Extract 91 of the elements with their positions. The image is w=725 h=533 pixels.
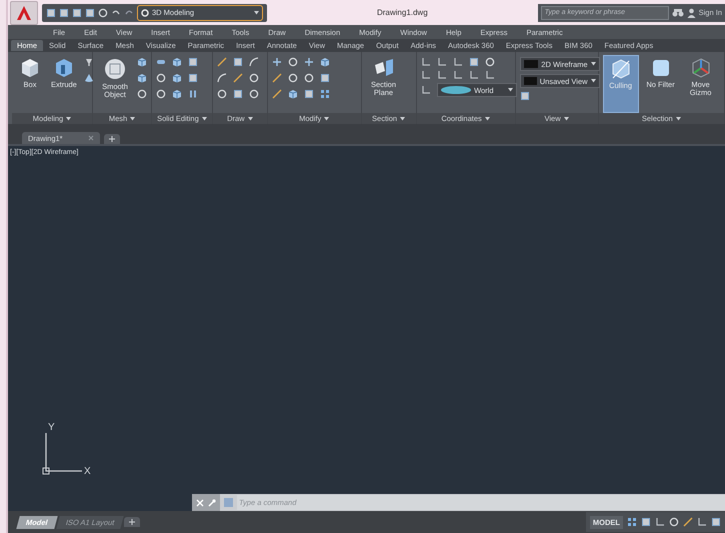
arc-icon[interactable] [216,73,227,83]
caret-icon [66,116,72,120]
arc-icon[interactable] [248,57,259,67]
caret-icon [590,62,596,66]
axis-label: Y [48,422,55,433]
circle-icon[interactable] [304,73,314,83]
circle-icon[interactable] [248,89,259,99]
circle-icon[interactable] [156,73,166,83]
caret-icon [564,116,569,120]
circle-icon[interactable] [288,73,298,83]
axis-label: X [84,466,91,477]
caret-icon [324,116,330,120]
swatch-icon [524,77,537,85]
axes-icon[interactable] [452,57,463,67]
app-menu-button[interactable] [10,0,38,24]
grid-icon[interactable] [627,517,637,527]
square-icon[interactable] [59,8,69,18]
binoculars-icon[interactable] [672,8,684,18]
cube-icon[interactable] [288,89,298,99]
wrench-icon[interactable] [208,498,216,506]
square-icon[interactable] [188,73,198,83]
square-icon[interactable] [72,8,82,18]
circle-icon[interactable] [484,57,495,67]
square-icon[interactable] [320,73,330,83]
logo-icon [16,4,32,20]
cross-icon[interactable] [272,57,282,67]
line-icon[interactable] [683,517,693,527]
axes-icon[interactable] [420,85,431,95]
cube-icon[interactable] [172,57,182,67]
pill-icon[interactable] [156,57,166,67]
caret-icon [676,116,681,120]
gear-icon [141,8,149,16]
grid-icon[interactable] [320,89,330,99]
caret-icon [400,116,406,120]
cube-icon[interactable] [320,57,330,67]
plus-icon [129,519,136,525]
cube-icon[interactable] [137,57,147,67]
cube-icon[interactable] [172,89,182,99]
axes-icon[interactable] [697,517,707,527]
square-icon[interactable] [468,57,479,67]
box-icon [19,57,41,79]
caret-icon [508,88,513,92]
axes-icon[interactable] [420,57,431,67]
new-tab-button[interactable] [104,134,120,144]
circle-icon[interactable] [288,57,298,67]
line-icon[interactable] [232,73,243,83]
square-icon[interactable] [641,517,651,527]
cube-icon[interactable] [172,73,182,83]
circle-icon[interactable] [98,8,108,18]
cube-icon [610,58,632,80]
square-icon[interactable] [232,89,243,99]
circle-icon[interactable] [137,89,147,99]
square-icon[interactable] [520,91,530,101]
circle-icon[interactable] [156,89,166,99]
caret-icon [202,116,207,120]
window-title: Drawing1.dwg [376,8,429,17]
axes-icon[interactable] [655,517,665,527]
caret-icon [248,116,253,120]
plus-icon [109,136,115,142]
square-icon[interactable] [85,8,95,18]
cross-icon[interactable] [304,57,314,67]
square-icon[interactable] [304,89,314,99]
axes-icon [40,433,82,477]
caret-icon [254,10,259,14]
circle-icon[interactable] [669,517,679,527]
line-icon[interactable] [272,73,282,83]
bars-icon[interactable] [188,89,198,99]
cube-icon[interactable] [137,73,147,83]
axes-icon[interactable] [452,70,463,80]
sphere-icon [103,57,127,81]
square-icon[interactable] [711,517,721,527]
axes-icon[interactable] [436,70,447,80]
axes-icon[interactable] [436,57,447,67]
square-icon[interactable] [46,8,56,18]
axes-icon[interactable] [484,70,495,80]
new-layout-button[interactable] [124,517,140,527]
square-icon[interactable] [188,57,198,67]
circle-icon[interactable] [248,73,259,83]
line-icon[interactable] [216,57,227,67]
user-icon[interactable] [686,8,696,18]
swatch-icon [524,60,538,68]
circle-icon[interactable] [216,89,227,99]
caret-icon [484,116,490,120]
cone-icon[interactable] [84,73,94,83]
line-icon[interactable] [272,89,282,99]
caret-icon [130,116,136,120]
gizmo-icon [690,57,712,79]
square-icon[interactable] [232,57,243,67]
axes-icon[interactable] [468,70,479,80]
caret-icon [590,79,596,83]
axes-icon[interactable] [420,70,431,80]
